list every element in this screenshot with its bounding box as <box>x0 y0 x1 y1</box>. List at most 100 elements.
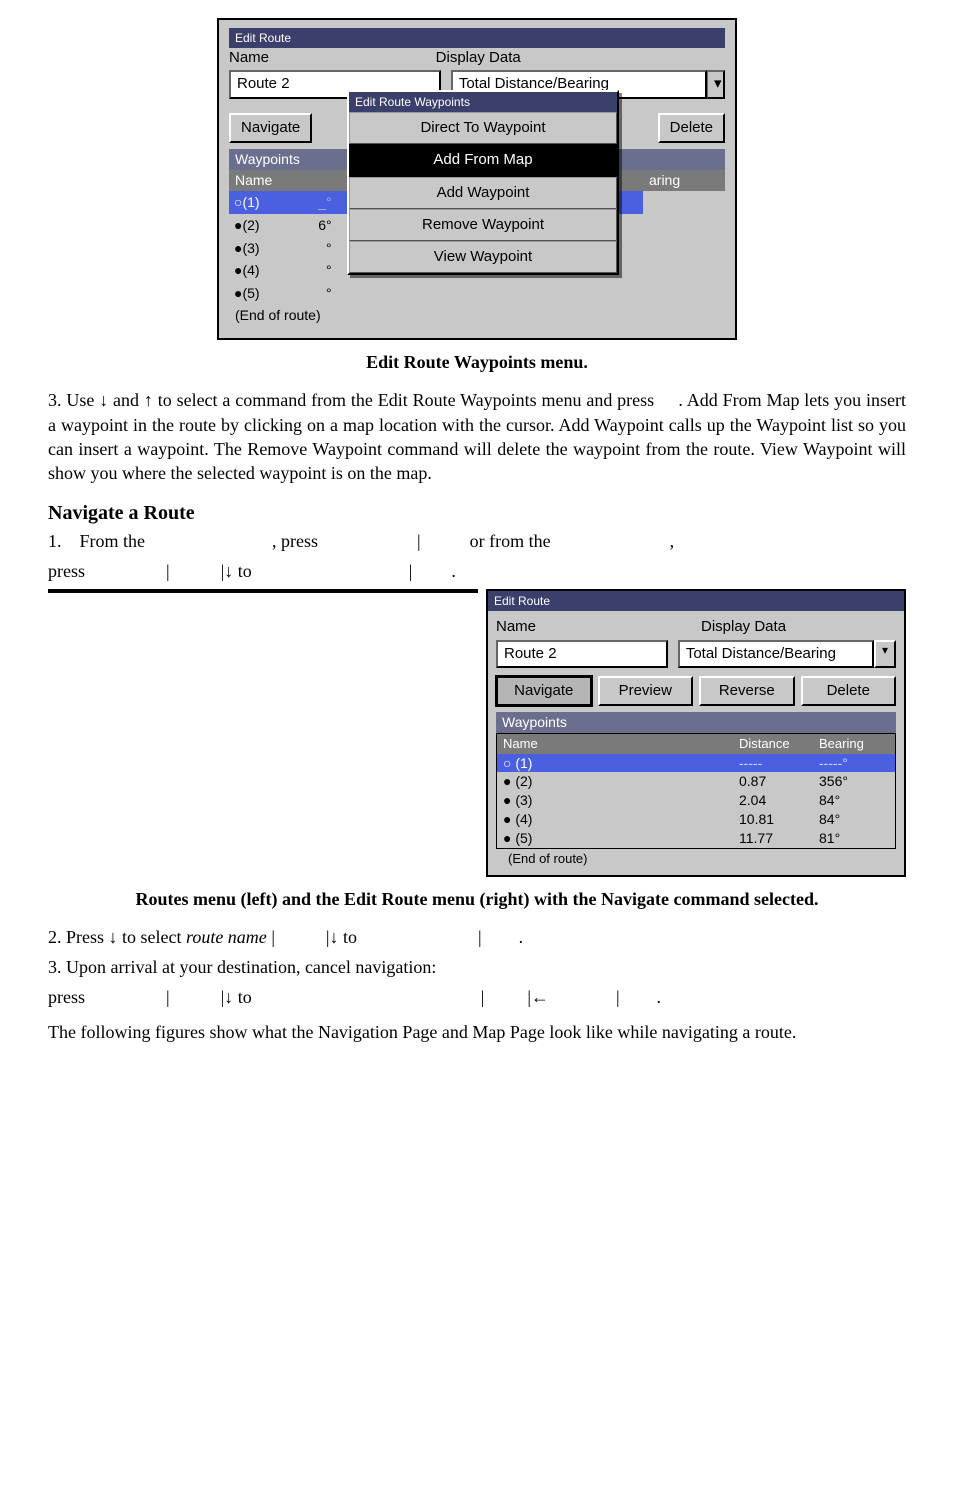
waypoint-name: (2) <box>242 217 259 233</box>
waypoint-bearing: ° <box>261 260 342 281</box>
pipe: | <box>409 561 413 581</box>
edit-route-titlebar: Edit Route <box>229 28 725 48</box>
menu-direct-to-waypoint[interactable]: Direct To Waypoint <box>349 112 617 144</box>
navigate-button[interactable]: Navigate <box>496 676 592 706</box>
menu-add-waypoint[interactable]: Add Waypoint <box>349 177 617 209</box>
table-header: Name Distance Bearing <box>497 734 895 754</box>
wp-name: (5) <box>515 830 532 846</box>
route-name-italic: route name <box>186 927 267 947</box>
waypoint-name: (1) <box>242 194 259 210</box>
waypoint-bullet-icon: ○ <box>503 755 511 771</box>
text-fragment: press <box>48 987 85 1007</box>
wp-dist: 2.04 <box>739 791 819 810</box>
pipe: | <box>616 987 620 1007</box>
step3-paragraph: 3. Use ↓ and ↑ to select a command from … <box>48 388 906 485</box>
table-row[interactable]: ● (2) 0.87 356° <box>497 772 895 791</box>
display-data-dropdown-arrow[interactable]: ▾ <box>707 70 725 98</box>
edit-route-dialog: Edit Route Name Display Data Route 2 Tot… <box>217 18 737 340</box>
display-data-field[interactable]: Total Distance/Bearing <box>678 640 874 668</box>
table-row[interactable]: ● (3) 2.04 84° <box>497 791 895 810</box>
text-fragment: press <box>48 561 85 581</box>
wp-name: (2) <box>515 773 532 789</box>
pipe: | <box>481 987 485 1007</box>
popup-titlebar: Edit Route Waypoints <box>349 92 617 112</box>
waypoint-bearing: ° <box>261 283 342 304</box>
col-distance: Distance <box>739 735 819 753</box>
text-fragment: |← <box>527 987 549 1007</box>
wp-bear: 84° <box>819 810 889 829</box>
text-fragment: 2. Press ↓ to select <box>48 927 186 947</box>
figure-routes-and-edit: Map - Simulating Screen Sour Alar Rout M… <box>48 589 906 876</box>
table-row[interactable]: ● (5) 11.77 81° <box>497 829 895 848</box>
text-fragment: |↓ to <box>221 561 252 581</box>
figure2-caption: Routes menu (left) and the Edit Route me… <box>48 887 906 911</box>
waypoints-subtitle: Waypoints <box>496 712 896 733</box>
text-fragment: |↓ to <box>326 927 357 947</box>
step1-line: 1. From the , press | or from the , <box>48 529 906 553</box>
pipe: | <box>271 927 275 947</box>
delete-button[interactable]: Delete <box>801 676 897 706</box>
waypoint-bullet-icon: ● <box>503 811 511 827</box>
route-name-field[interactable]: Route 2 <box>496 640 668 668</box>
waypoint-name: (3) <box>242 240 259 256</box>
waypoint-row[interactable]: ●(5) ° <box>229 282 643 305</box>
edit-route-dialog-right: Edit Route Name Display Data Route 2 Tot… <box>486 589 906 876</box>
display-dropdown-arrow[interactable]: ▾ <box>874 640 896 668</box>
pipe: | <box>166 987 170 1007</box>
reverse-button[interactable]: Reverse <box>699 676 795 706</box>
text-fragment: , <box>670 531 675 551</box>
navigate-a-route-heading: Navigate a Route <box>48 500 906 527</box>
name-label: Name <box>496 617 691 637</box>
step3-line1: 3. Upon arrival at your destination, can… <box>48 955 906 979</box>
closing-paragraph: The following figures show what the Navi… <box>48 1020 906 1044</box>
pipe: | <box>417 531 421 551</box>
wp-bear: -----° <box>819 754 889 773</box>
map-simulating-title: Map - Simulating <box>200 591 283 593</box>
wp-bear: 84° <box>819 791 889 810</box>
step2-line: 2. Press ↓ to select route name | |↓ to … <box>48 925 906 949</box>
text-fragment: , press <box>272 531 318 551</box>
table-row[interactable]: ○ (1) ----- -----° <box>497 754 895 773</box>
table-row[interactable]: ● (4) 10.81 84° <box>497 810 895 829</box>
waypoint-name: (4) <box>242 262 259 278</box>
text-fragment: . <box>519 927 524 947</box>
wp-dist: 10.81 <box>739 810 819 829</box>
text-fragment: . <box>657 987 662 1007</box>
waypoint-bearing: ° <box>261 238 342 259</box>
wp-name: (1) <box>515 755 532 771</box>
menu-remove-waypoint[interactable]: Remove Waypoint <box>349 209 617 241</box>
display-label: Display Data <box>701 617 896 637</box>
edit-route-waypoints-popup: Edit Route Waypoints Direct To Waypoint … <box>347 90 619 275</box>
preview-button[interactable]: Preview <box>598 676 694 706</box>
wp-bear: 81° <box>819 829 889 848</box>
end-of-route: (End of route) <box>496 849 896 869</box>
delete-button[interactable]: Delete <box>658 113 725 143</box>
wp-dist: 11.77 <box>739 829 819 848</box>
col-bearing: Bearing <box>819 735 889 753</box>
routes-screen: Map - Simulating Screen Sour Alar Rout M… <box>48 589 478 593</box>
waypoint-bullet-icon: ● <box>503 792 511 808</box>
wp-dist: ----- <box>739 754 819 773</box>
name-label: Name <box>229 48 436 68</box>
waypoint-bullet-icon: ● <box>503 773 511 789</box>
waypoints-table: Name Distance Bearing ○ (1) ----- -----°… <box>496 733 896 849</box>
step3-line2: press | |↓ to | |← | . <box>48 985 906 1009</box>
menu-add-from-map[interactable]: Add From Map <box>349 144 617 176</box>
text-fragment: |↓ to <box>221 987 252 1007</box>
wp-dist: 0.87 <box>739 772 819 791</box>
wp-name: (3) <box>515 792 532 808</box>
navigate-button[interactable]: Navigate <box>229 113 312 143</box>
figure1-caption: Edit Route Waypoints menu. <box>48 350 906 374</box>
waypoint-bearing: _° <box>261 192 342 213</box>
waypoint-bearing: 6° <box>261 215 342 236</box>
pipe: | <box>166 561 170 581</box>
text-fragment: 1. From the <box>48 531 145 551</box>
end-of-route: (End of route) <box>229 305 725 326</box>
menu-view-waypoint[interactable]: View Waypoint <box>349 241 617 273</box>
text-fragment: or from the <box>470 531 551 551</box>
wp-bear: 356° <box>819 772 889 791</box>
wp-name: (4) <box>515 811 532 827</box>
text-fragment: . <box>451 561 456 581</box>
figure-edit-route-waypoints: Edit Route Name Display Data Route 2 Tot… <box>48 18 906 340</box>
edit-route-title: Edit Route <box>488 591 904 611</box>
